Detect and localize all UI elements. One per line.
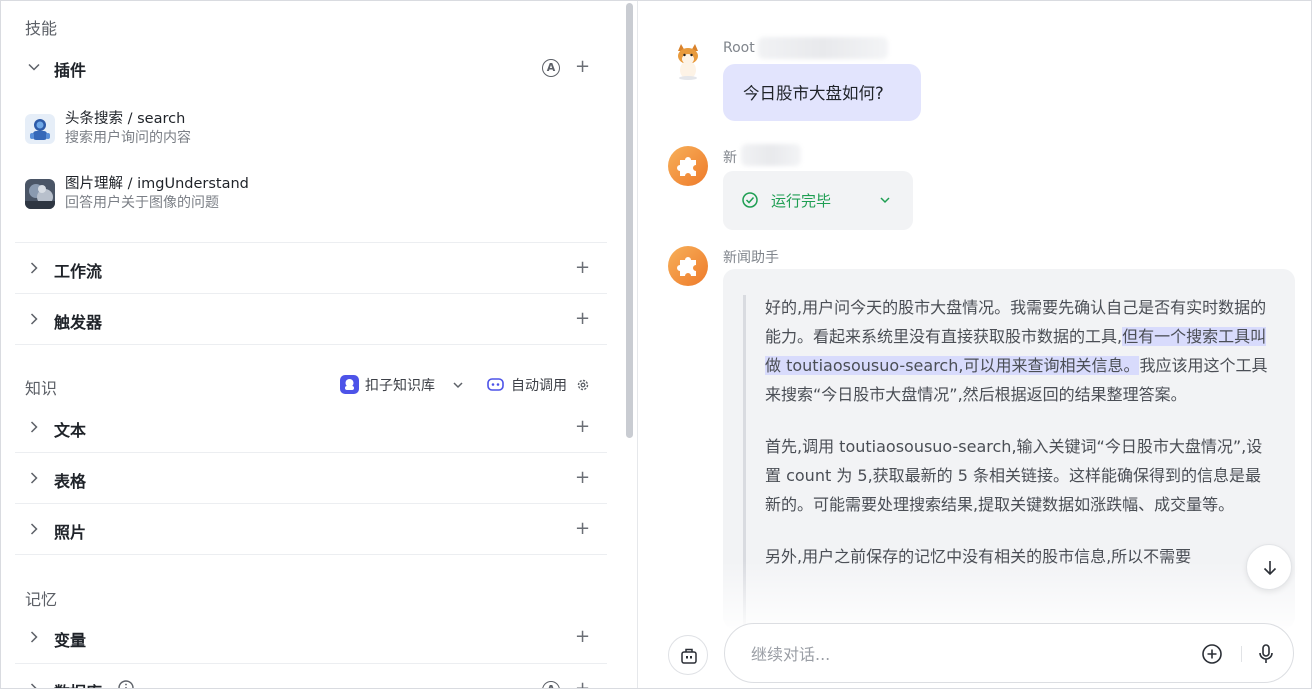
plugin-description: 回答用户关于图像的问题 [65,195,219,211]
microphone-icon[interactable] [1254,642,1278,666]
skills-section-title: 技能 [25,19,58,38]
chat-input-container[interactable] [724,623,1294,683]
database-label: 数据库 [54,679,102,688]
divider [15,663,607,664]
bot-avatar [668,146,708,186]
robot-icon [487,378,504,391]
photo-group-header[interactable]: 照片 + [15,505,607,555]
workflow-label: 工作流 [54,262,103,281]
text-group-header[interactable]: 文本 + [15,403,607,453]
knowledge-base-label: 扣子知识库 [365,378,435,394]
auto-select-icon[interactable]: A [542,681,560,688]
photo-label: 照片 [54,523,87,542]
table-group-header[interactable]: 表格 + [15,454,607,504]
add-table-button[interactable]: + [575,468,590,488]
add-text-button[interactable]: + [575,417,590,437]
plugin-item-img-understand[interactable]: 图片理解 / imgUnderstand 回答用户关于图像的问题 [25,172,605,222]
bot-name: 新闻助手 [723,250,779,266]
bot-avatar [668,246,708,286]
divider [15,293,607,294]
bot-name: 新 [723,150,737,166]
knowledge-base-icon [340,375,359,394]
variable-label: 变量 [54,631,87,650]
run-status-text: 运行完毕 [771,192,832,210]
chat-panel: Root 今日股市大盘如何? 新 运行完毕 新闻助手 好的,用户问今天的股市大盘… [638,1,1311,688]
arrow-down-icon [1263,561,1277,576]
scroll-fade [723,561,1295,631]
scroll-to-bottom-button[interactable] [1246,544,1292,590]
app-frame: 技能 插件 A + 头条搜索 / search 搜索用户询问的内容 图片理解 /… [0,0,1312,689]
plugin-name: 图片理解 / imgUnderstand [65,176,249,192]
gear-icon[interactable] [576,378,590,392]
database-group-header[interactable]: 数据库 A + [15,665,607,689]
add-variable-button[interactable]: + [575,627,590,647]
add-database-button[interactable]: + [575,679,590,689]
plugin-description: 搜索用户询问的内容 [65,130,191,146]
chevron-right-icon[interactable] [27,261,41,275]
user-avatar [668,41,708,81]
plugin-item-search[interactable]: 头条搜索 / search 搜索用户询问的内容 [25,107,605,157]
briefcase-icon [681,648,697,664]
reasoning-text: 好的,用户问今天的股市大盘情况。我需要先确认自己是否有实时数据的能力。看起来系统… [765,293,1275,594]
chevron-down-icon[interactable] [878,193,892,207]
divider [15,344,607,345]
auto-select-icon[interactable]: A [542,59,560,77]
divider [15,242,607,243]
puzzle-icon [677,157,696,176]
chevron-right-icon[interactable] [27,312,41,326]
add-workflow-button[interactable]: + [575,258,590,278]
chevron-right-icon[interactable] [27,420,41,434]
add-photo-button[interactable]: + [575,519,590,539]
user-message-bubble: 今日股市大盘如何? [723,64,921,121]
info-icon[interactable] [117,679,135,689]
variable-group-header[interactable]: 变量 + [15,613,607,663]
divider [15,503,607,504]
check-circle-icon [742,192,758,208]
table-label: 表格 [54,472,87,491]
memory-section-title: 记忆 [25,590,58,609]
chevron-right-icon[interactable] [27,630,41,644]
plugin-name: 头条搜索 / search [65,111,186,127]
chevron-right-icon[interactable] [27,471,41,485]
divider [15,554,607,555]
plus-circle-icon[interactable] [1200,642,1224,666]
scrollbar-thumb[interactable] [626,3,633,438]
add-trigger-button[interactable]: + [575,309,590,329]
auto-call-label: 自动调用 [511,378,567,394]
chevron-right-icon[interactable] [27,522,41,536]
chevron-down-icon [453,382,463,389]
user-name: Root [723,40,755,56]
trigger-label: 触发器 [54,313,103,332]
input-divider [1241,646,1242,662]
divider [15,452,607,453]
knowledge-section-title: 知识 [25,379,58,398]
workflow-group-header[interactable]: 工作流 + [15,244,607,294]
redacted-name [758,37,888,59]
plugins-label: 插件 [54,61,87,80]
chat-input[interactable] [751,642,1171,666]
run-status-panel[interactable]: 运行完毕 [723,171,913,230]
answer-paragraph: 首先,调用 toutiaosousuo-search,输入关键词“今日股市大盘情… [765,437,1263,514]
plugins-group-header[interactable]: 插件 A + [15,43,607,93]
add-plugin-button[interactable]: + [575,57,590,77]
text-label: 文本 [54,421,87,440]
chevron-down-icon[interactable] [27,60,41,74]
redacted-name [741,144,801,166]
image-understand-plugin-icon [25,179,55,209]
puzzle-icon [677,257,696,276]
trigger-group-header[interactable]: 触发器 + [15,295,607,345]
chevron-right-icon[interactable] [27,682,41,689]
search-plugin-icon [25,114,55,144]
bot-tools-button[interactable] [668,635,708,675]
skills-panel: 技能 插件 A + 头条搜索 / search 搜索用户询问的内容 图片理解 /… [1,1,621,689]
